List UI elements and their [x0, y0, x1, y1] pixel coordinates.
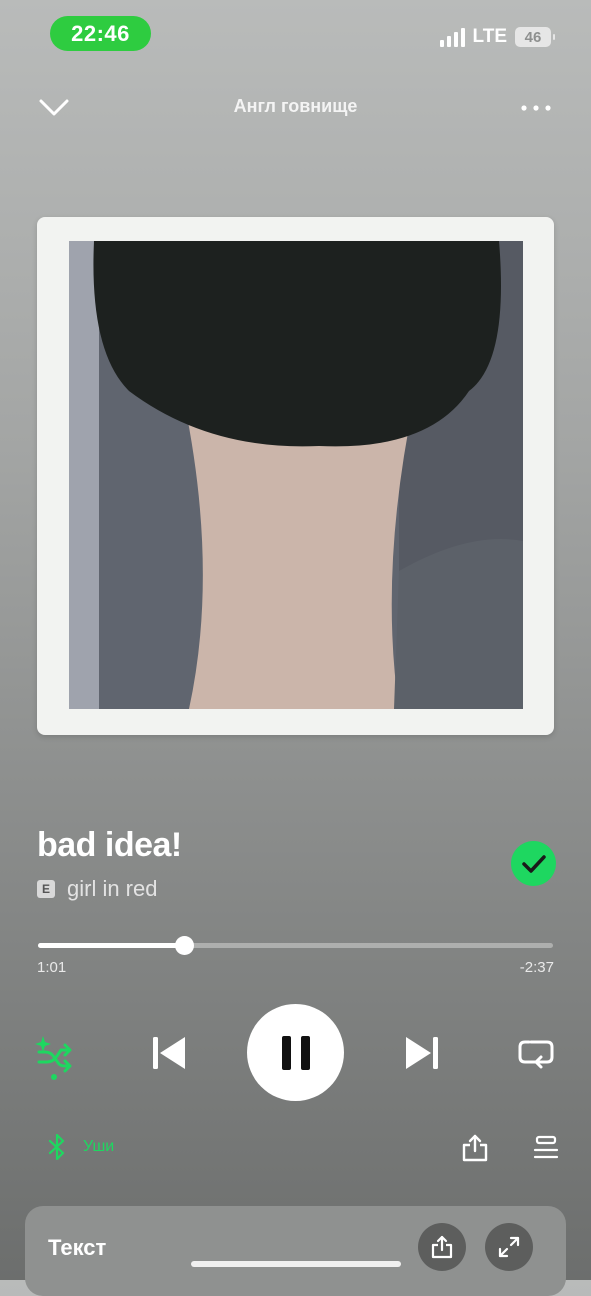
network-type: LTE — [472, 26, 507, 47]
share-icon[interactable] — [460, 1132, 490, 1164]
smart-shuffle-icon[interactable] — [33, 1032, 77, 1082]
liked-check-icon[interactable] — [511, 841, 556, 886]
track-title[interactable]: bad idea! — [37, 826, 182, 865]
album-cover — [37, 217, 554, 735]
status-time: 22:46 — [50, 16, 151, 51]
home-indicator[interactable] — [191, 1261, 401, 1267]
bluetooth-icon[interactable] — [46, 1133, 68, 1161]
battery-level: 46 — [524, 28, 542, 46]
skip-previous-icon[interactable] — [150, 1034, 188, 1072]
battery-icon: 46 — [515, 27, 555, 47]
explicit-badge: E — [37, 880, 55, 898]
status-indicators: LTE 46 — [439, 26, 555, 48]
lyrics-expand-button[interactable] — [485, 1223, 533, 1271]
pause-icon — [281, 1035, 310, 1070]
skip-next-icon[interactable] — [403, 1034, 441, 1072]
more-horizontal-icon[interactable] — [518, 96, 554, 120]
share-icon — [431, 1235, 453, 1259]
expand-icon — [498, 1236, 520, 1258]
remaining-time: -2:37 — [519, 959, 554, 976]
lyrics-title: Текст — [48, 1235, 107, 1260]
progress-bar[interactable] — [38, 936, 553, 955]
progress-knob[interactable] — [175, 936, 195, 955]
lyrics-share-button[interactable] — [418, 1223, 466, 1271]
elapsed-time: 1:01 — [37, 959, 67, 976]
pause-button[interactable] — [247, 1004, 344, 1101]
signal-icon — [439, 27, 465, 47]
album-cover-image — [69, 241, 523, 709]
playlist-title: Англ говнище — [233, 96, 358, 116]
queue-icon[interactable] — [532, 1134, 560, 1162]
repeat-icon[interactable] — [516, 1035, 556, 1071]
connected-device-name[interactable]: Уши — [83, 1138, 114, 1156]
artist-name[interactable]: girl in red — [67, 876, 157, 902]
lyrics-card[interactable]: Текст — [25, 1206, 566, 1296]
progress-fill — [38, 943, 185, 948]
